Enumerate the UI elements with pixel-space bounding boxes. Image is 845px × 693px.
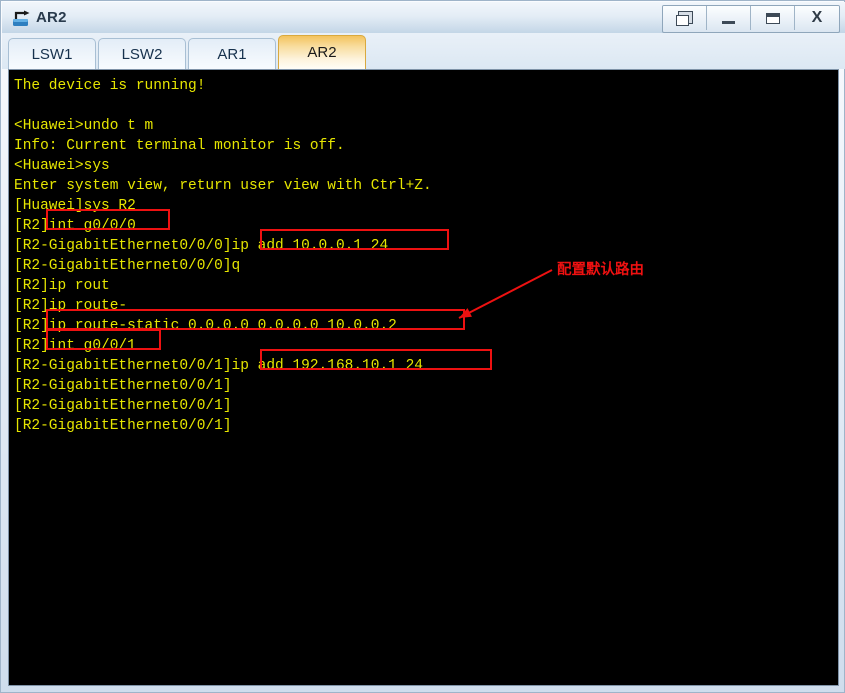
restore-icon [676,10,693,26]
tab-ar1[interactable]: AR1 [188,38,276,69]
minimize-icon [722,21,735,24]
terminal-line: <Huawei>undo t m [14,118,154,134]
tab-lsw1[interactable]: LSW1 [8,38,96,69]
terminal-line: [R2-GigabitEthernet0/0/1] [14,398,232,414]
close-button[interactable]: X [795,6,839,30]
tab-lsw2[interactable]: LSW2 [98,38,186,69]
terminal-line: [R2-GigabitEthernet0/0/1]ip add 192.168.… [14,358,423,374]
title-bar: AR2 X [2,2,845,33]
minimize-button[interactable] [707,6,751,30]
maximize-icon [765,12,780,24]
terminal-output[interactable]: The device is running! <Huawei>undo t m I… [9,70,838,685]
terminal-lines: The device is running! <Huawei>undo t m I… [9,70,838,436]
window-title: AR2 [36,9,67,26]
terminal-line: [R2-GigabitEthernet0/0/0]ip add 10.0.0.1… [14,238,389,254]
tab-label: AR1 [217,45,247,63]
tab-ar2[interactable]: AR2 [278,35,366,69]
terminal-line: [R2-GigabitEthernet0/0/0]q [14,258,241,274]
terminal-line: [R2]ip route- [14,298,128,314]
terminal-line: [R2-GigabitEthernet0/0/1] [14,418,232,434]
annotation-label: 配置默认路由 [557,262,644,278]
terminal-line: Info: Current terminal monitor is off. [14,138,345,154]
terminal-line: [R2]int g0/0/0 [14,218,136,234]
terminal-line: [R2]ip route-static 0.0.0.0 0.0.0.0 10.0… [14,318,397,334]
terminal-line: The device is running! [14,78,206,94]
terminal-line: <Huawei>sys [14,158,110,174]
tab-label: LSW2 [121,45,163,63]
terminal-line: [R2-GigabitEthernet0/0/1] [14,378,232,394]
terminal-line: [R2]ip rout [14,278,110,294]
terminal-panel: The device is running! <Huawei>undo t m I… [8,69,839,686]
tab-label: AR2 [307,44,337,61]
close-icon: X [811,9,823,26]
maximize-button[interactable] [751,6,795,30]
tab-label: LSW1 [31,45,73,63]
terminal-line: Enter system view, return user view with… [14,178,432,194]
router-icon [11,7,33,29]
tab-bar: LSW1 LSW2 AR1 AR2 [2,33,845,69]
terminal-line: [R2]int g0/0/1 [14,338,136,354]
window-controls: X [662,5,840,33]
restore-button[interactable] [663,6,707,30]
terminal-window: AR2 X LSW1 LSW2 AR1 AR2 The device is ru… [0,0,845,693]
terminal-line: [Huawei]sys R2 [14,198,136,214]
